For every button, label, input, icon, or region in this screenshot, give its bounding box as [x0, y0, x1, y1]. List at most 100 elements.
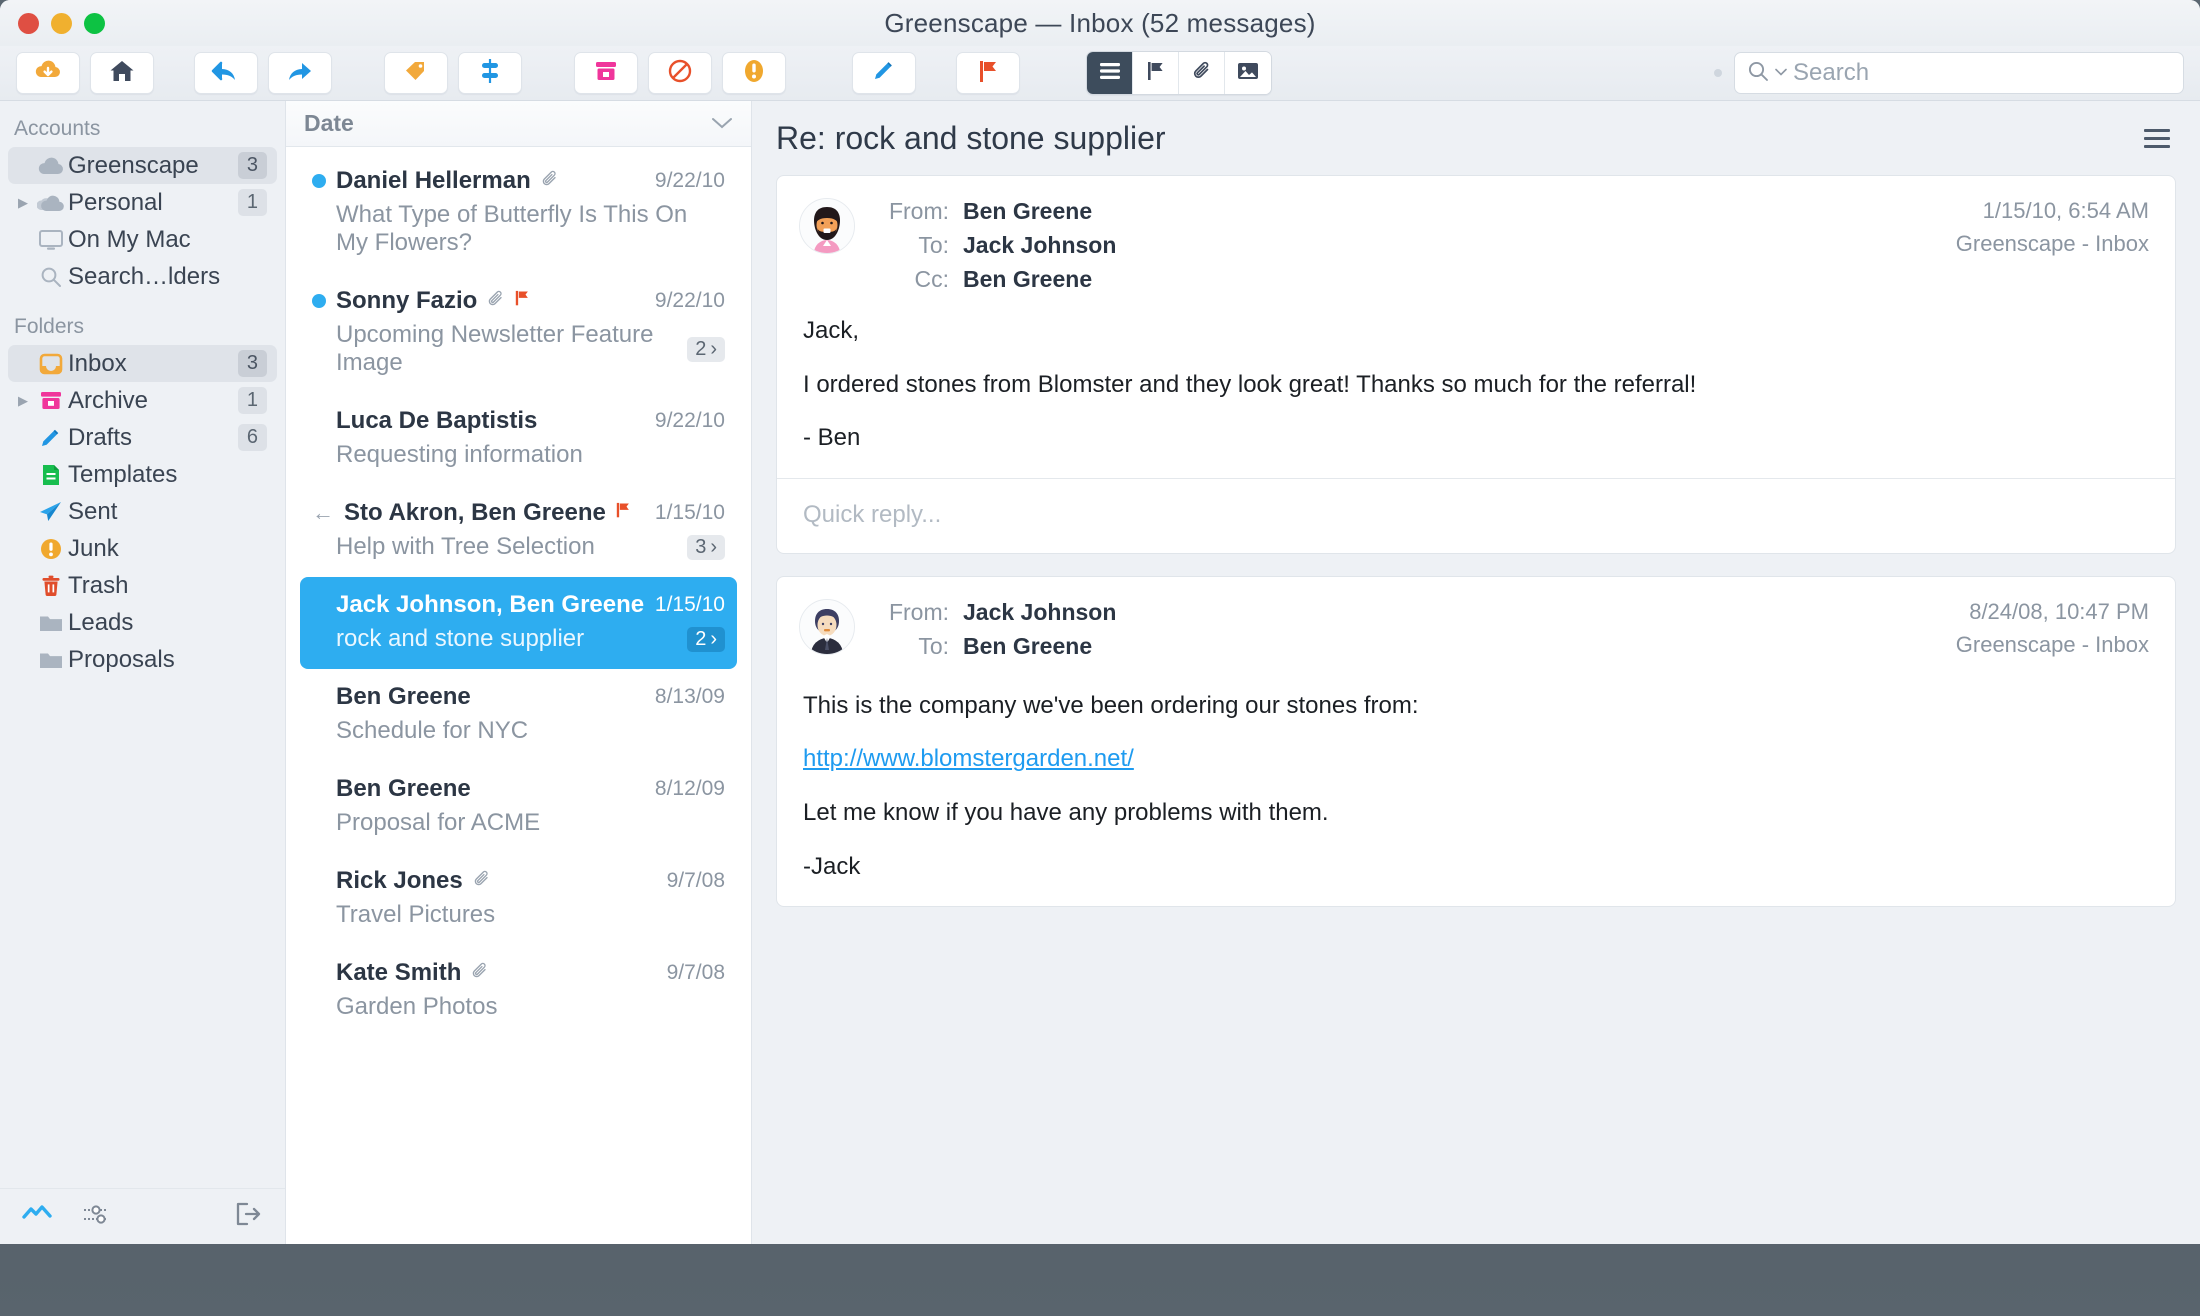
sidebar-item-inbox[interactable]: Inbox 3 [8, 345, 277, 382]
sidebar-item-smart-folders[interactable]: Search…lders [8, 258, 277, 295]
flagged-view-toggle[interactable] [1133, 52, 1179, 94]
from-label: From: [888, 198, 949, 224]
desktop-background [0, 1244, 2200, 1316]
thread-count-badge[interactable]: 2 › [687, 336, 725, 362]
message-list-item[interactable]: Ben Greene 8/13/09 Schedule for NYC [300, 669, 737, 761]
activity-button[interactable] [22, 1203, 52, 1230]
message-list-item[interactable]: Kate Smith 9/7/08 Garden Photos [300, 945, 737, 1037]
cc-label: Cc: [914, 266, 950, 292]
images-view-toggle[interactable] [1225, 52, 1271, 94]
filter-icon [478, 58, 502, 89]
archive-icon [593, 59, 619, 88]
thread-count-badge[interactable]: 2 › [687, 626, 725, 652]
message-list-item[interactable]: Luca De Baptistis 9/22/10 Requesting inf… [300, 393, 737, 485]
list-view-toggle[interactable] [1087, 52, 1133, 94]
block-button[interactable] [648, 52, 712, 94]
conversation-body[interactable]: From: Ben Greene To: Jack Johnson Cc: Be… [752, 175, 2200, 1244]
sidebar-item-drafts[interactable]: Drafts 6 [8, 419, 277, 456]
thread-count-badge[interactable]: 3 › [687, 534, 725, 560]
to-value: Jack Johnson [963, 232, 1117, 258]
message-list-item[interactable]: ← Sto Akron, Ben Greene 1/15/10 Help wit… [300, 485, 737, 577]
search-icon [34, 265, 68, 289]
email-paragraph: I ordered stones from Blomster and they … [803, 370, 1697, 398]
sign-out-button[interactable] [233, 1201, 263, 1232]
home-button[interactable] [90, 52, 154, 94]
email-header: From: Ben Greene To: Jack Johnson Cc: Be… [777, 176, 2175, 309]
message-list-item-selected[interactable]: Jack Johnson, Ben Greene 1/15/10 rock an… [300, 577, 737, 669]
sidebar-item-greenscape[interactable]: Greenscape 3 [8, 147, 277, 184]
email-body: This is the company we've been ordering … [777, 676, 2175, 906]
to-row: To: Jack Johnson [875, 232, 1116, 259]
filter-button[interactable] [458, 52, 522, 94]
from-label: From: [888, 598, 949, 625]
sidebar-item-archive[interactable]: ▶ Archive 1 [8, 382, 277, 419]
paperclip-icon [1191, 60, 1213, 87]
message-subject: Proposal for ACME [336, 809, 541, 836]
sidebar-item-trash[interactable]: Trash [8, 567, 277, 604]
message-sender: Sto Akron, Ben Greene [344, 499, 606, 526]
from-value: Ben Greene [963, 198, 1093, 224]
reply-all-icon [210, 59, 242, 88]
junk-icon [743, 58, 765, 89]
sidebar-item-label: On My Mac [68, 225, 191, 253]
sidebar-item-sent[interactable]: Sent [8, 493, 277, 530]
junk-icon [34, 537, 68, 561]
paperclip-icon [540, 169, 560, 194]
chevron-down-icon[interactable] [1775, 64, 1787, 82]
message-list-header[interactable]: Date [286, 101, 751, 147]
get-mail-button[interactable] [16, 52, 80, 94]
disclosure-triangle-icon[interactable]: ▶ [12, 393, 34, 409]
email-card: From: Ben Greene To: Jack Johnson Cc: Be… [776, 175, 2176, 554]
tag-button[interactable] [384, 52, 448, 94]
window-title: Greenscape — Inbox (52 messages) [884, 8, 1316, 38]
email-timestamp: 8/24/08, 10:47 PM [1969, 598, 2149, 624]
sidebar-item-label: Trash [68, 571, 129, 599]
disclosure-triangle-icon[interactable]: ▶ [12, 195, 34, 211]
sidebar-item-templates[interactable]: Templates [8, 456, 277, 493]
sidebar-item-leads[interactable]: Leads [8, 604, 277, 641]
message-list[interactable]: Daniel Hellerman 9/22/10 What Type of Bu… [286, 147, 751, 1244]
sidebar-item-personal[interactable]: ▶ Personal 1 [8, 184, 277, 221]
forward-button[interactable] [268, 52, 332, 94]
attachments-view-toggle[interactable] [1179, 52, 1225, 94]
message-sender: Rick Jones [336, 867, 463, 894]
flag-icon [976, 58, 1000, 89]
message-sender: Jack Johnson, Ben Greene [336, 591, 645, 618]
settings-button[interactable] [82, 1202, 112, 1231]
monitor-icon [34, 229, 68, 251]
message-list-pane: Date Daniel Hellerman 9/22/10 What Type … [286, 101, 752, 1244]
message-subject: What Type of Butterfly Is This On My Flo… [336, 201, 688, 256]
message-date: 9/7/08 [666, 869, 725, 892]
junk-button[interactable] [722, 52, 786, 94]
message-date: 1/15/10 [654, 501, 725, 524]
message-list-item[interactable]: Daniel Hellerman 9/22/10 What Type of Bu… [300, 153, 737, 273]
unread-badge: 3 [237, 350, 267, 377]
search-input[interactable]: Search [1734, 52, 2184, 94]
hamburger-icon[interactable] [2144, 128, 2170, 148]
message-list-item[interactable]: Ben Greene 8/12/09 Proposal for ACME [300, 761, 737, 853]
email-paragraph: This is the company we've been ordering … [803, 691, 1419, 719]
email-address-fields: From: Ben Greene To: Jack Johnson Cc: Be… [875, 198, 1116, 293]
chevron-down-icon[interactable] [711, 112, 733, 135]
sidebar-item-proposals[interactable]: Proposals [8, 641, 277, 678]
tag-icon [403, 59, 429, 88]
flag-button[interactable] [956, 52, 1020, 94]
message-sender: Daniel Hellerman [336, 167, 531, 194]
email-meta: 1/15/10, 6:54 AM Greenscape - Inbox [1956, 198, 2149, 293]
cc-value: Ben Greene [963, 266, 1093, 292]
message-list-item[interactable]: Sonny Fazio 9/22/10 Upcoming Newsletter … [300, 273, 737, 393]
compose-button[interactable] [852, 52, 916, 94]
message-list-item[interactable]: Rick Jones 9/7/08 Travel Pictures [300, 853, 737, 945]
flag-icon [615, 501, 633, 526]
sidebar-item-junk[interactable]: Junk [8, 530, 277, 567]
sidebar-item-label: Search…lders [68, 262, 221, 290]
reply-all-button[interactable] [194, 52, 258, 94]
sidebar-item-on-my-mac[interactable]: On My Mac [8, 221, 277, 258]
archive-button[interactable] [574, 52, 638, 94]
quick-reply-input[interactable]: Quick reply... [777, 479, 2175, 553]
to-label: To: [918, 632, 949, 659]
main-body: Accounts Greenscape 3 ▶ Personal 1 On My… [0, 101, 2200, 1244]
message-sender: Ben Greene [336, 775, 471, 802]
avatar-jack-johnson [799, 598, 855, 655]
email-link[interactable]: http://www.blomstergarden.net/ [803, 745, 1134, 772]
